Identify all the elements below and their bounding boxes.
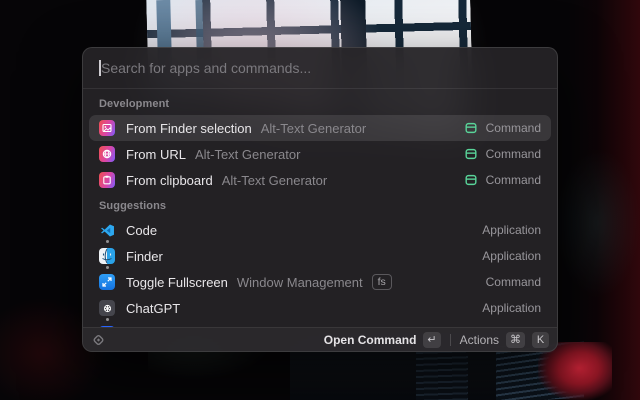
window-blinds — [416, 352, 468, 400]
framer-icon — [99, 326, 115, 327]
alt-text-clipboard-icon — [99, 172, 115, 188]
raycast-logo-icon — [91, 332, 106, 347]
item-title: ChatGPT — [126, 301, 180, 316]
alt-text-url-icon — [99, 146, 115, 162]
list-item[interactable]: From clipboard Alt-Text Generator Comman… — [89, 167, 551, 193]
item-title: From clipboard — [126, 173, 213, 188]
vscode-icon — [99, 222, 115, 238]
list-item[interactable]: From URL Alt-Text Generator Command — [89, 141, 551, 167]
item-title: Finder — [126, 249, 163, 264]
item-title: Toggle Fullscreen — [126, 275, 228, 290]
running-indicator-dot — [106, 240, 109, 243]
item-title: From URL — [126, 147, 186, 162]
item-subtitle: Window Management — [237, 275, 363, 290]
item-type-label: Command — [486, 147, 541, 161]
list-item[interactable]: ChatGPT Application — [89, 295, 551, 321]
results-list: Development From Finder selection Alt-Te… — [83, 89, 557, 327]
running-indicator-dot — [106, 318, 109, 321]
section-header: Suggestions — [83, 193, 557, 217]
teal-reflection — [556, 148, 640, 298]
item-title: Code — [126, 223, 157, 238]
finder-icon — [99, 248, 115, 264]
item-alias-badge: fs — [372, 274, 392, 290]
item-type-label: Command — [486, 275, 541, 289]
item-subtitle: Alt-Text Generator — [195, 147, 301, 162]
command-icon — [464, 173, 479, 188]
chatgpt-icon — [99, 300, 115, 316]
actions-button[interactable]: Actions — [460, 333, 499, 347]
command-icon — [464, 121, 479, 136]
footer-bar: Open Command ↵ Actions ⌘ K — [83, 327, 557, 351]
list-item[interactable]: From Finder selection Alt-Text Generator… — [89, 115, 551, 141]
item-subtitle: Alt-Text Generator — [261, 121, 367, 136]
item-type-label: Command — [486, 121, 541, 135]
item-subtitle: Alt-Text Generator — [222, 173, 328, 188]
item-type-label: Application — [482, 301, 541, 315]
item-type-label: Command — [486, 173, 541, 187]
command-icon — [464, 147, 479, 162]
section-header: Development — [83, 91, 557, 115]
divider — [450, 334, 451, 346]
item-title: From Finder selection — [126, 121, 252, 136]
list-item[interactable]: Finder Application — [89, 243, 551, 269]
running-indicator-dot — [106, 266, 109, 269]
item-type-label: Application — [482, 249, 541, 263]
cmd-key-badge: ⌘ — [506, 332, 525, 348]
search-bar — [83, 48, 557, 88]
k-key-badge: K — [532, 332, 549, 348]
search-input[interactable] — [83, 48, 557, 88]
alt-text-finder-selection-icon — [99, 120, 115, 136]
list-item[interactable]: Code Application — [89, 217, 551, 243]
list-item[interactable]: Toggle Fullscreen Window Management fs C… — [89, 269, 551, 295]
open-command-label: Open Command — [324, 333, 417, 347]
window-management-icon — [99, 274, 115, 290]
item-type-label: Application — [482, 223, 541, 237]
launcher-window: Development From Finder selection Alt-Te… — [82, 47, 558, 352]
return-key-badge: ↵ — [423, 332, 440, 348]
